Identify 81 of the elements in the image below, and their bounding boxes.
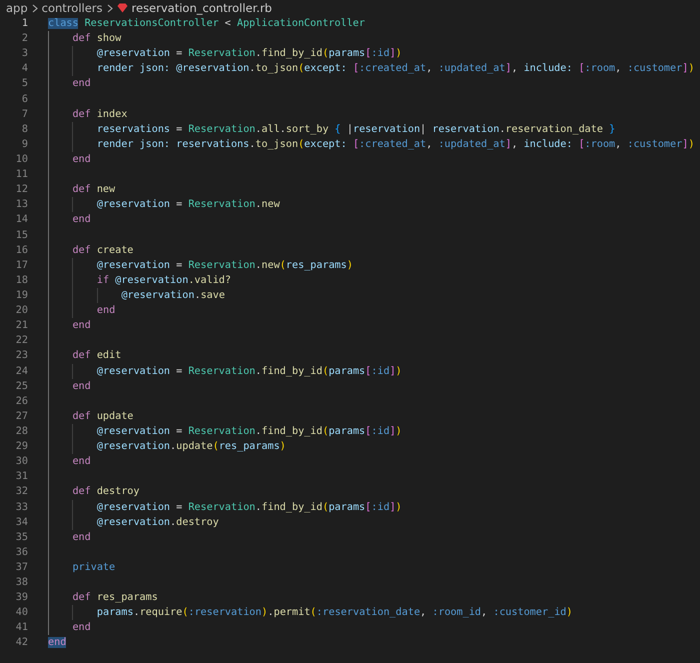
code-line: end (72, 319, 91, 334)
line-number: 23 (14, 349, 28, 364)
chevron-icon (32, 4, 38, 12)
line-number: 33 (14, 500, 28, 514)
line-number: 39 (14, 591, 28, 606)
line-number: 42 (14, 636, 28, 650)
code-line: class ReservationsController < ApplicationController (48, 17, 365, 31)
code-line: def update (72, 410, 134, 424)
line-number: 19 (14, 288, 28, 303)
code-line: @reservation = Reservation.new(res_params) (96, 258, 353, 273)
line-number: 40 (14, 606, 28, 620)
line-number: 8 (20, 122, 28, 137)
code-line: def show (72, 32, 122, 46)
code-line: end (72, 455, 91, 470)
line-number: 24 (14, 364, 28, 379)
line-number: 37 (14, 560, 28, 575)
line-number: 5 (20, 77, 28, 92)
line-number: 26 (14, 394, 28, 409)
line-number: 32 (14, 485, 28, 500)
line-number: 34 (14, 516, 28, 530)
line-number: 4 (20, 62, 28, 76)
code-line: def new (72, 183, 116, 198)
code-line: end (72, 621, 91, 636)
breadcrumb-item[interactable]: app (6, 1, 28, 15)
line-number: 7 (20, 108, 28, 122)
code-line: def create (72, 244, 134, 258)
line-number: 13 (14, 198, 28, 212)
code-line: private (72, 560, 116, 575)
line-number: 35 (14, 530, 28, 545)
line-number: 25 (14, 380, 28, 394)
code-line: @reservation = Reservation.find_by_id(params[:id]) (96, 47, 402, 62)
line-number: 3 (20, 47, 28, 62)
line-number: 38 (14, 576, 28, 590)
chevron-icon (106, 4, 113, 12)
code-line: def index (72, 108, 128, 122)
code-line: end (72, 213, 91, 228)
code-line: reservations = Reservation.all.sort_by { |reservation| reservation.reservation_date } (96, 122, 616, 137)
breadcrumb-item[interactable]: controllers (42, 1, 103, 15)
code-line: end (96, 304, 116, 318)
code-line: if @reservation.valid? (96, 274, 231, 288)
line-number: 1 (20, 17, 28, 31)
code-line: render json: @reservation.to_json(except: [:created_at, :updated_at], include: [:room, :customer]) (96, 62, 694, 76)
code-line: @reservation = Reservation.find_by_id(params[:id]) (96, 500, 402, 514)
line-number: 17 (14, 258, 28, 273)
line-number: 18 (14, 274, 28, 288)
code-line: def destroy (72, 485, 140, 500)
line-number: 29 (14, 440, 28, 454)
line-number: 41 (14, 621, 28, 636)
line-number: 15 (14, 228, 28, 243)
line-number: 2 (20, 32, 28, 46)
code-line: def edit (72, 349, 122, 364)
line-number: 21 (14, 319, 28, 334)
code-line: @reservation.update(res_params) (96, 440, 286, 454)
ruby-file-icon (116, 3, 128, 13)
code-line: end (72, 380, 91, 394)
line-number: 9 (20, 138, 28, 152)
line-number: 14 (14, 213, 28, 228)
line-number: 10 (14, 152, 28, 167)
line-number: 12 (14, 183, 28, 198)
code-line: params.require(:reservation).permit(:reservation_date, :room_id, :customer_id) (96, 606, 572, 620)
line-number: 22 (14, 334, 28, 348)
line-number: 20 (14, 304, 28, 318)
line-number: 6 (20, 92, 28, 107)
code-line: @reservation.destroy (96, 516, 219, 530)
breadcrumb-item[interactable]: reservation_controller.rb (132, 1, 272, 15)
code-line: @reservation = Reservation.find_by_id(params[:id]) (96, 364, 402, 379)
code-line: render json: reservations.to_json(except: [:created_at, :updated_at], include: [:room, :customer]) (96, 138, 694, 152)
code-line: @reservation.save (121, 288, 225, 303)
line-number: 28 (14, 424, 28, 439)
line-number: 16 (14, 244, 28, 258)
line-number: 11 (14, 168, 28, 182)
code-line: @reservation = Reservation.new (96, 198, 280, 212)
code-line: end (72, 152, 91, 167)
code-line: end (72, 77, 91, 92)
line-number: 31 (14, 470, 28, 484)
line-number: 36 (14, 546, 28, 560)
line-number: 30 (14, 455, 28, 470)
code-line: end (72, 530, 91, 545)
line-number: 27 (14, 410, 28, 424)
code-line: @reservation = Reservation.find_by_id(params[:id]) (96, 424, 402, 439)
code-line: def res_params (72, 591, 158, 606)
